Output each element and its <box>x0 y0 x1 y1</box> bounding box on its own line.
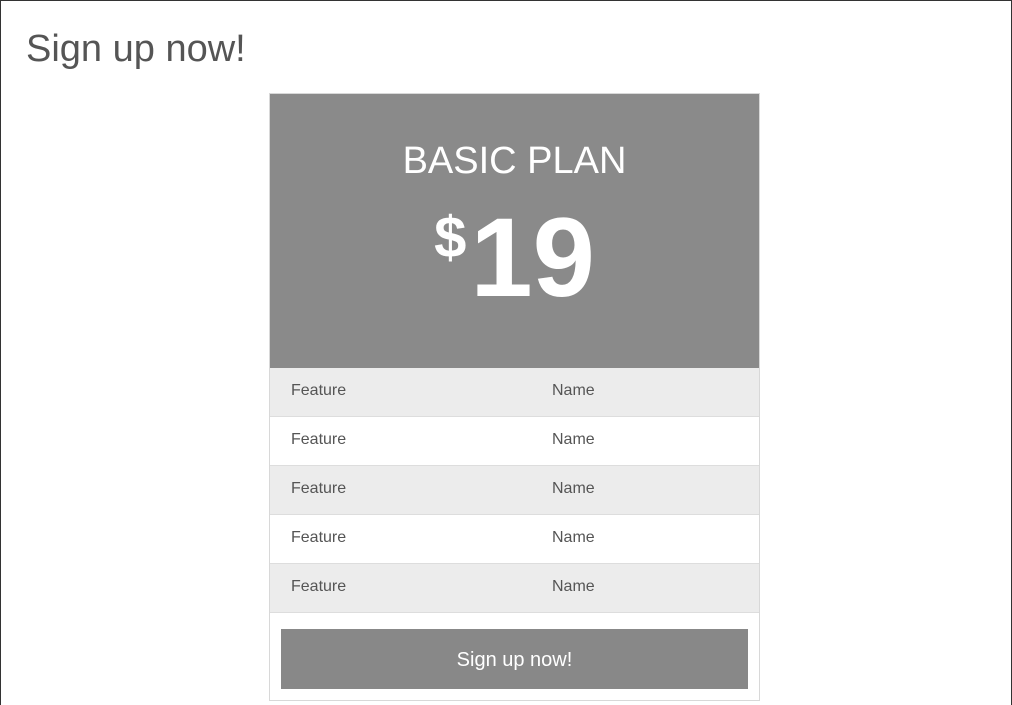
feature-list: Feature Name Feature Name Feature Name F… <box>270 368 759 613</box>
plan-price: $19 <box>270 198 759 318</box>
feature-label: Feature <box>291 480 347 497</box>
page-title: Sign up now! <box>26 28 246 70</box>
browser-viewport: Sign up now! BASIC PLAN $19 Feature Name… <box>0 0 1012 705</box>
feature-value: Name <box>552 578 595 595</box>
feature-row: Feature Name <box>270 564 759 613</box>
feature-row: Feature Name <box>270 368 759 417</box>
feature-label: Feature <box>291 578 347 595</box>
sign-up-button[interactable]: Sign up now! <box>281 629 748 689</box>
feature-row: Feature Name <box>270 466 759 515</box>
feature-label: Feature <box>291 431 347 448</box>
feature-label: Feature <box>291 529 347 546</box>
plan-header: BASIC PLAN $19 <box>270 94 759 368</box>
feature-value: Name <box>552 529 595 546</box>
pricing-card: BASIC PLAN $19 Feature Name Feature Name… <box>269 93 760 701</box>
feature-value: Name <box>552 382 595 399</box>
price-currency: $ <box>434 205 467 270</box>
feature-row: Feature Name <box>270 515 759 564</box>
feature-value: Name <box>552 431 595 448</box>
price-amount: 19 <box>470 195 595 320</box>
plan-name: BASIC PLAN <box>402 140 627 182</box>
feature-row: Feature Name <box>270 417 759 466</box>
feature-value: Name <box>552 480 595 497</box>
feature-label: Feature <box>291 382 347 399</box>
